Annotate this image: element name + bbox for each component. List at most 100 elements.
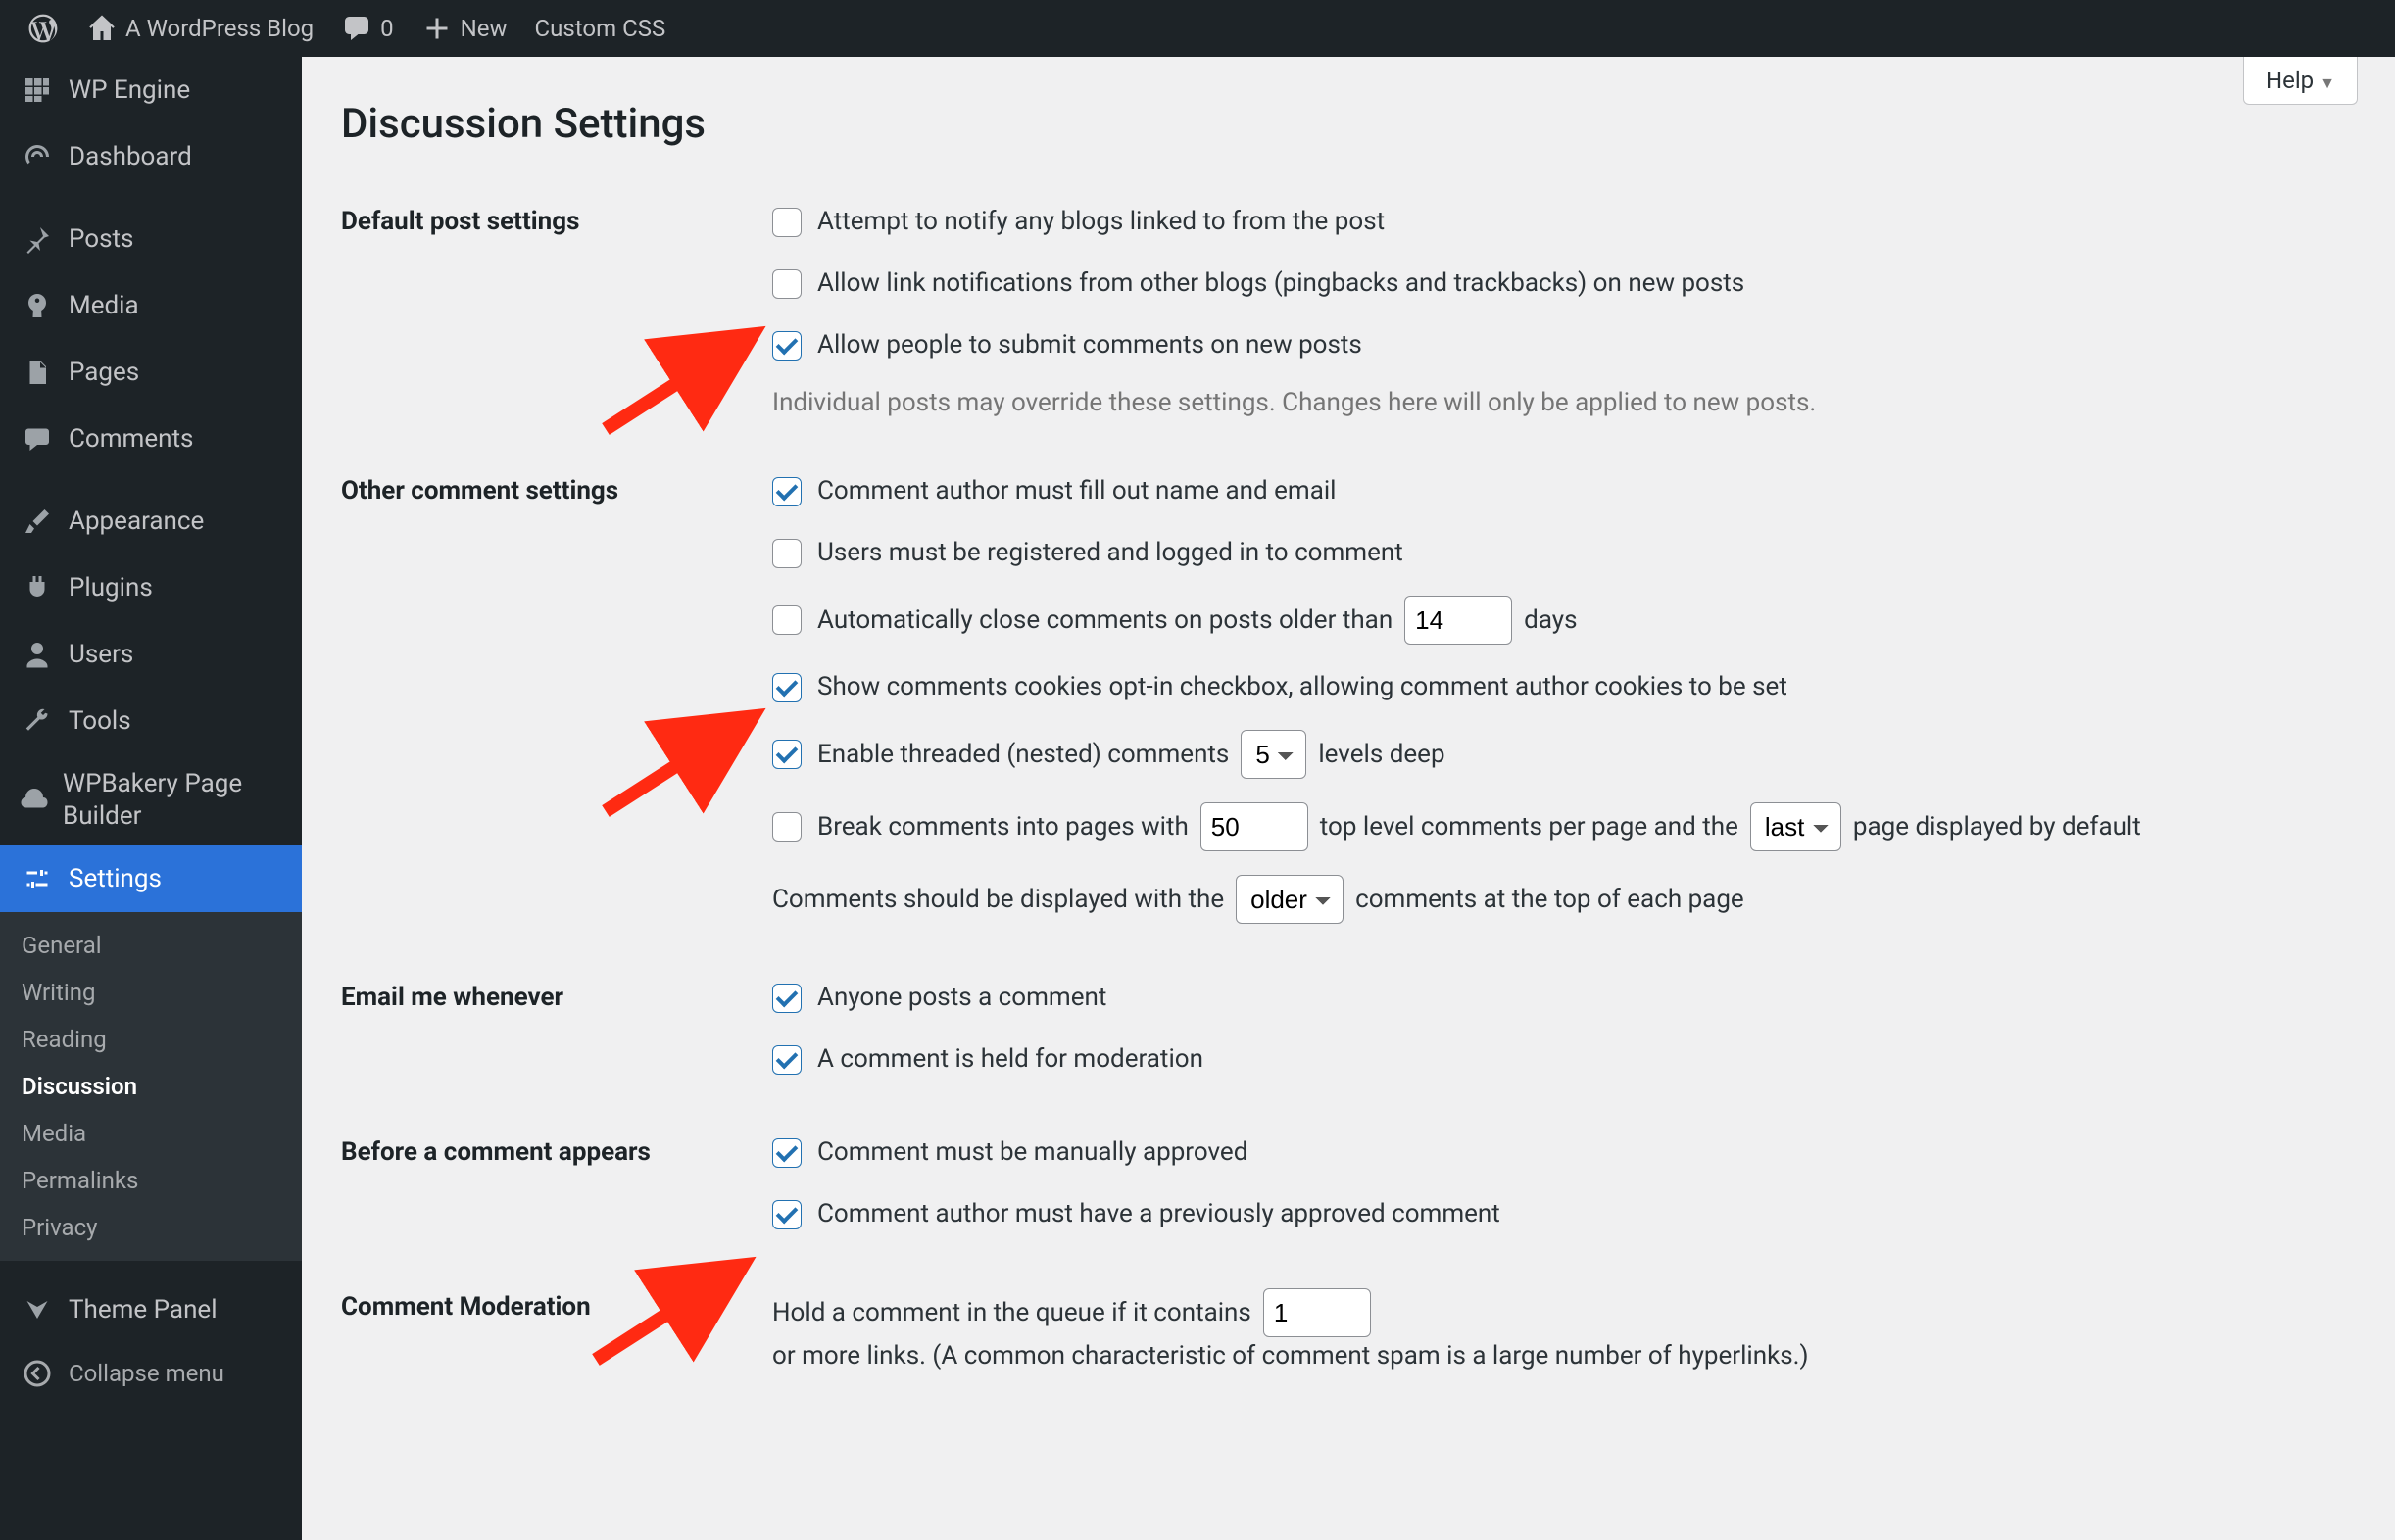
sidebar-item-wpengine[interactable]: WP Engine (0, 57, 302, 123)
checkbox-ping-status[interactable] (772, 269, 802, 299)
submenu-discussion[interactable]: Discussion (0, 1063, 302, 1110)
media-icon (20, 291, 55, 320)
sidebar-label: Plugins (69, 573, 153, 602)
wpengine-icon (20, 75, 55, 105)
checkbox-prev-approved[interactable] (772, 1200, 802, 1229)
sidebar-item-tools[interactable]: Tools (0, 688, 302, 754)
admin-sidebar: WP Engine Dashboard Posts Media Pages Co… (0, 57, 302, 1540)
settings-submenu: General Writing Reading Discussion Media… (0, 912, 302, 1261)
collapse-menu[interactable]: Collapse menu (0, 1343, 302, 1404)
page-icon (20, 358, 55, 387)
wpbakery-icon (20, 786, 49, 815)
submenu-permalinks[interactable]: Permalinks (0, 1157, 302, 1204)
label-cookies-optin: Show comments cookies opt-in checkbox, a… (817, 668, 1787, 706)
plugin-icon (20, 573, 55, 602)
label-auto-close-post: days (1524, 602, 1577, 640)
sidebar-label: WP Engine (69, 75, 190, 105)
label-paginate-mid: top level comments per page and the (1320, 808, 1738, 846)
label-manual-approve: Comment must be manually approved (817, 1133, 1247, 1172)
checkbox-pingback[interactable] (772, 208, 802, 237)
sidebar-item-dashboard[interactable]: Dashboard (0, 123, 302, 190)
checkbox-manual-approve[interactable] (772, 1138, 802, 1168)
submenu-media[interactable]: Media (0, 1110, 302, 1157)
submenu-privacy[interactable]: Privacy (0, 1204, 302, 1251)
checkbox-email-new-comment[interactable] (772, 984, 802, 1013)
help-tab[interactable]: Help ▼ (2243, 57, 2358, 105)
page-title: Discussion Settings (341, 100, 2356, 148)
label-paginate-pre: Break comments into pages with (817, 808, 1189, 846)
label-allow-comments: Allow people to submit comments on new p… (817, 326, 1362, 364)
checkbox-auto-close[interactable] (772, 605, 802, 635)
checkbox-allow-comments[interactable] (772, 331, 802, 361)
label-auto-close-pre: Automatically close comments on posts ol… (817, 602, 1393, 640)
comments-icon (20, 424, 55, 454)
label-order-pre: Comments should be displayed with the (772, 881, 1224, 919)
checkbox-email-moderation[interactable] (772, 1045, 802, 1075)
sidebar-item-settings[interactable]: Settings (0, 845, 302, 912)
help-label: Help (2266, 67, 2314, 94)
select-comment-order[interactable]: older (1236, 875, 1344, 924)
sidebar-label: WPBakery Page Builder (63, 768, 282, 832)
comment-bubble-icon (341, 13, 372, 44)
label-ping-status: Allow link notifications from other blog… (817, 265, 1744, 303)
select-thread-depth[interactable]: 5 (1241, 730, 1306, 779)
input-auto-close-days[interactable] (1404, 596, 1512, 645)
sidebar-item-comments[interactable]: Comments (0, 406, 302, 472)
label-threaded-post: levels deep (1318, 736, 1444, 774)
checkbox-cookies-optin[interactable] (772, 673, 802, 702)
sidebar-item-users[interactable]: Users (0, 621, 302, 688)
label-prev-approved: Comment author must have a previously ap… (817, 1195, 1500, 1233)
home-icon (86, 13, 118, 44)
sidebar-label: Theme Panel (69, 1295, 218, 1324)
checkbox-threaded[interactable] (772, 740, 802, 769)
sidebar-label: Tools (69, 706, 131, 736)
dashboard-icon (20, 142, 55, 171)
brush-icon (20, 506, 55, 536)
label-paginate-post: page displayed by default (1853, 808, 2141, 846)
sidebar-item-wpbakery[interactable]: WPBakery Page Builder (0, 754, 302, 845)
sidebar-label: Users (69, 640, 133, 669)
select-default-page[interactable]: last (1750, 802, 1841, 851)
section-heading-moderation: Comment Moderation (341, 1282, 772, 1424)
label-moderation-pre: Hold a comment in the queue if it contai… (772, 1294, 1251, 1332)
user-icon (20, 640, 55, 669)
default-post-note: Individual posts may override these sett… (772, 388, 2356, 417)
sidebar-label: Appearance (69, 506, 204, 536)
checkbox-require-registration[interactable] (772, 539, 802, 568)
sidebar-item-media[interactable]: Media (0, 272, 302, 339)
chevron-down-icon: ▼ (2320, 73, 2335, 92)
label-require-registration: Users must be registered and logged in t… (817, 534, 1403, 572)
section-heading-other: Other comment settings (341, 466, 772, 973)
custom-css-label: Custom CSS (535, 15, 666, 42)
theme-panel-icon (20, 1295, 55, 1324)
comments-bubble-link[interactable]: 0 (327, 0, 408, 57)
label-moderation-post: or more links. (A common characteristic … (772, 1337, 1809, 1375)
sidebar-item-theme-panel[interactable]: Theme Panel (0, 1276, 302, 1343)
submenu-general[interactable]: General (0, 922, 302, 969)
label-order-post: comments at the top of each page (1355, 881, 1744, 919)
custom-css-link[interactable]: Custom CSS (521, 0, 680, 57)
sidebar-item-appearance[interactable]: Appearance (0, 488, 302, 554)
section-heading-default: Default post settings (341, 197, 772, 466)
wp-logo-menu[interactable] (14, 0, 73, 57)
label-email-new-comment: Anyone posts a comment (817, 979, 1106, 1017)
site-name-link[interactable]: A WordPress Blog (73, 0, 327, 57)
input-max-links[interactable] (1263, 1288, 1371, 1337)
checkbox-require-name-email[interactable] (772, 477, 802, 506)
label-email-moderation: A comment is held for moderation (817, 1040, 1203, 1079)
sidebar-item-plugins[interactable]: Plugins (0, 554, 302, 621)
label-require-name-email: Comment author must fill out name and em… (817, 472, 1337, 510)
input-comments-per-page[interactable] (1200, 802, 1308, 851)
collapse-icon (20, 1359, 55, 1388)
submenu-reading[interactable]: Reading (0, 1016, 302, 1063)
section-heading-before: Before a comment appears (341, 1128, 772, 1282)
new-content-link[interactable]: New (408, 0, 521, 57)
wrench-icon (20, 706, 55, 736)
sidebar-item-posts[interactable]: Posts (0, 206, 302, 272)
checkbox-paginate[interactable] (772, 812, 802, 842)
sidebar-item-pages[interactable]: Pages (0, 339, 302, 406)
sliders-icon (20, 864, 55, 893)
label-pingback: Attempt to notify any blogs linked to fr… (817, 203, 1385, 241)
sidebar-label: Posts (69, 224, 133, 254)
submenu-writing[interactable]: Writing (0, 969, 302, 1016)
